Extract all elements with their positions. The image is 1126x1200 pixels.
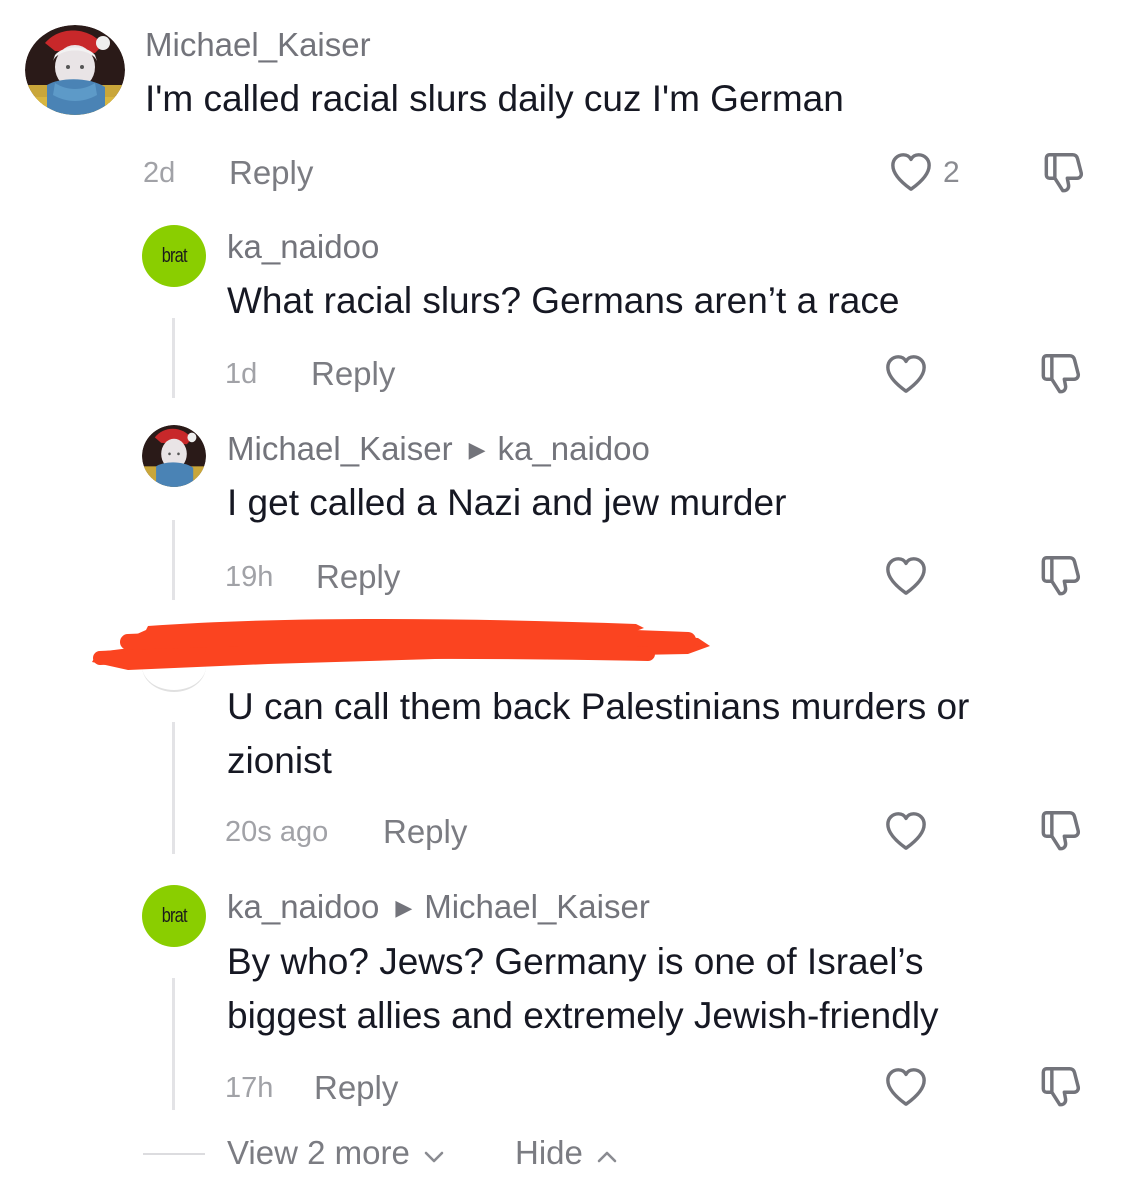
like-button[interactable] <box>883 555 929 597</box>
avatar-ka-naidoo[interactable]: brat <box>142 885 206 947</box>
comment-timestamp: 1d <box>225 358 258 390</box>
comment-text: What racial slurs? Germans aren’t a race <box>227 280 900 321</box>
heart-outline-icon <box>883 810 929 852</box>
chevron-down-icon <box>424 1151 444 1163</box>
reply-button[interactable]: Reply <box>311 355 395 393</box>
hide-label: Hide <box>515 1134 583 1171</box>
comment-text: U can call them back Palestinians murder… <box>227 680 1107 788</box>
heart-outline-icon <box>888 151 934 193</box>
comment-username[interactable]: ka_naidoo <box>227 888 379 925</box>
view-more-replies-button[interactable]: View 2 more <box>227 1134 445 1172</box>
thread-connector-line <box>172 722 175 854</box>
comment-text-line: zionist <box>227 740 332 781</box>
dislike-button[interactable] <box>1037 552 1083 598</box>
like-button[interactable] <box>883 353 929 395</box>
heart-outline-icon <box>883 555 929 597</box>
comment-timestamp: 17h <box>225 1072 274 1104</box>
reply-button[interactable]: Reply <box>383 813 467 851</box>
chevron-up-icon <box>597 1151 617 1163</box>
caret-right-icon: ▶ <box>395 895 413 920</box>
thread-connector-line <box>172 318 175 398</box>
thread-connector-line <box>172 978 175 1110</box>
comment-text: I get called a Nazi and jew murder <box>227 482 787 523</box>
avatar-michael-kaiser[interactable] <box>142 425 206 487</box>
reply-to-username[interactable]: ka_naidoo <box>498 430 650 467</box>
comment-timestamp: 2d <box>143 157 176 189</box>
reply-button[interactable]: Reply <box>316 558 400 596</box>
avatar-brat-text: brat <box>161 904 188 927</box>
comment-text-line: biggest allies and extremely Jewish-frie… <box>227 995 939 1036</box>
thumbs-down-icon <box>1037 552 1083 598</box>
comment-username-line: Michael_Kaiser ▶ ka_naidoo <box>227 430 650 468</box>
caret-right-icon: ▶ <box>468 437 486 462</box>
dislike-button[interactable] <box>1037 1063 1083 1109</box>
comment-text-line: U can call them back Palestinians murder… <box>227 686 970 727</box>
dislike-button[interactable] <box>1037 807 1083 853</box>
comment-text: I'm called racial slurs daily cuz I'm Ge… <box>145 78 844 119</box>
dislike-button[interactable] <box>1037 350 1083 396</box>
thread-connector-line <box>172 520 175 600</box>
thumbs-down-icon <box>1040 149 1086 195</box>
like-button[interactable] <box>883 810 929 852</box>
anime-avatar-image <box>25 25 125 115</box>
avatar-ka-naidoo[interactable]: brat <box>142 225 206 287</box>
replies-divider <box>143 1153 205 1155</box>
comment-username[interactable]: Michael_Kaiser <box>145 26 371 64</box>
comment-timestamp: 19h <box>225 561 274 593</box>
anime-avatar-image <box>142 425 206 487</box>
thumbs-down-icon <box>1037 1063 1083 1109</box>
heart-outline-icon <box>883 353 929 395</box>
thumbs-down-icon <box>1037 807 1083 853</box>
hide-replies-button[interactable]: Hide <box>515 1134 618 1172</box>
reply-to-username[interactable]: Michael_Kaiser <box>424 888 650 925</box>
comment-username[interactable]: ka_naidoo <box>227 228 379 266</box>
like-button[interactable] <box>888 151 934 193</box>
view-more-label: View 2 more <box>227 1134 410 1171</box>
avatar-michael-kaiser[interactable] <box>25 25 125 115</box>
comment-text: By who? Jews? Germany is one of Israel’s… <box>227 935 1107 1043</box>
reply-button[interactable]: Reply <box>314 1069 398 1107</box>
comment-username[interactable]: Michael_Kaiser <box>227 430 453 467</box>
dislike-button[interactable] <box>1040 149 1086 195</box>
reply-button[interactable]: Reply <box>229 154 313 192</box>
comment-timestamp: 20s ago <box>225 816 329 848</box>
comment-username-line: ka_naidoo ▶ Michael_Kaiser <box>227 888 650 926</box>
like-button[interactable] <box>883 1066 929 1108</box>
red-scribble-overlay <box>92 619 710 670</box>
avatar-brat-text: brat <box>161 244 188 267</box>
redaction-scribble <box>88 612 718 674</box>
comment-text-line: By who? Jews? Germany is one of Israel’s <box>227 941 924 982</box>
like-count: 2 <box>943 156 960 189</box>
thumbs-down-icon <box>1037 350 1083 396</box>
heart-outline-icon <box>883 1066 929 1108</box>
